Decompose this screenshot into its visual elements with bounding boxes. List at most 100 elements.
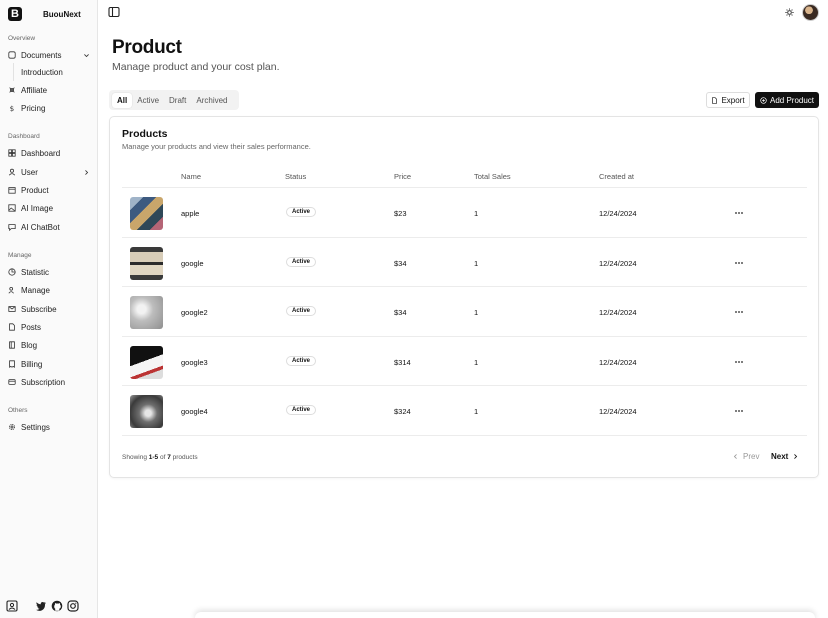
product-thumbnail <box>130 345 163 379</box>
status-badge: Active <box>286 207 317 217</box>
column-header-status[interactable]: Status <box>285 172 306 181</box>
twitter-icon[interactable] <box>35 600 47 612</box>
more-horizontal-icon[interactable] <box>734 307 744 317</box>
instagram-icon[interactable] <box>67 600 79 612</box>
sidebar-item-settings[interactable]: Settings <box>8 420 92 434</box>
more-horizontal-icon[interactable] <box>734 258 744 268</box>
submenu-guide-line <box>13 63 14 81</box>
filter-tabs: All Active Draft Archived <box>109 90 239 110</box>
brand-name: BuouNext <box>43 10 81 19</box>
product-name: google4 <box>181 407 208 416</box>
sidebar-item-manage[interactable]: Manage <box>8 283 92 297</box>
sidebar-item-affiliate[interactable]: Affiliate <box>8 83 92 97</box>
status-badge: Active <box>286 306 317 316</box>
plus-circle-icon <box>760 96 767 104</box>
chevron-right-icon <box>85 169 89 175</box>
tab-archived[interactable]: Archived <box>191 93 232 108</box>
sidebar-item-subscribe[interactable]: Subscribe <box>8 302 92 316</box>
sidebar-item-ai-image[interactable]: AI Image <box>8 201 92 215</box>
sun-icon[interactable] <box>785 8 794 17</box>
sidebar-item-product[interactable]: Product <box>8 183 92 197</box>
product-created: 12/24/2024 <box>599 407 637 416</box>
nav-group-overview: Overview <box>8 35 36 42</box>
product-created: 12/24/2024 <box>599 308 637 317</box>
sidebar-toggle-icon[interactable] <box>108 6 120 18</box>
product-thumbnail <box>130 246 163 280</box>
nav-group-manage: Manage <box>8 252 32 259</box>
table-row[interactable]: google4 Active $324 1 12/24/2024 <box>122 386 807 436</box>
product-thumbnail <box>130 197 163 230</box>
svg-text:$: $ <box>10 104 15 112</box>
product-thumbnail <box>130 395 163 428</box>
sidebar-item-label: User <box>21 167 38 177</box>
prev-button-label: Prev <box>743 452 760 461</box>
pagination-prefix: Showing <box>122 454 147 461</box>
export-button[interactable]: Export <box>706 92 750 108</box>
avatar[interactable] <box>802 4 819 21</box>
sidebar-item-ai-chatbot[interactable]: AI ChatBot <box>8 220 92 234</box>
table-row[interactable]: google3 Active $314 1 12/24/2024 <box>122 337 807 386</box>
sidebar-item-pricing[interactable]: $ Pricing <box>8 101 92 115</box>
sidebar-item-blog[interactable]: Blog <box>8 338 92 352</box>
package-icon <box>8 186 16 194</box>
gift-icon <box>8 86 16 94</box>
mail-icon <box>8 305 16 313</box>
bottom-drawer-edge <box>195 612 815 618</box>
table-row[interactable]: google Active $34 1 12/24/2024 <box>122 238 807 287</box>
sidebar-item-label: AI ChatBot <box>21 222 60 232</box>
dollar-icon: $ <box>8 104 16 112</box>
pie-chart-icon <box>8 268 16 276</box>
sidebar-subitem-introduction[interactable]: Introduction <box>21 68 63 77</box>
sidebar-item-billing[interactable]: Billing <box>8 357 92 371</box>
sidebar-item-label: Product <box>21 185 49 195</box>
product-price: $34 <box>394 308 407 317</box>
sidebar-item-posts[interactable]: Posts <box>8 320 92 334</box>
column-header-total-sales[interactable]: Total Sales <box>474 172 511 181</box>
prev-button[interactable]: Prev <box>732 452 759 461</box>
pagination-suffix: products <box>172 454 198 461</box>
sidebar-item-label: Statistic <box>21 267 50 277</box>
chevron-down-icon <box>84 53 89 57</box>
column-header-price[interactable]: Price <box>394 172 411 181</box>
sidebar-item-documents[interactable]: Documents <box>8 48 92 62</box>
status-badge: Active <box>286 355 317 366</box>
github-icon[interactable] <box>51 600 63 612</box>
product-thumbnail <box>130 296 163 329</box>
sidebar-item-dashboard[interactable]: Dashboard <box>8 146 92 160</box>
tab-active[interactable]: Active <box>132 93 164 108</box>
products-card: Products Manage your products and view t… <box>109 116 819 478</box>
table-row[interactable]: google2 Active $34 1 12/24/2024 <box>122 287 807 337</box>
add-product-button[interactable]: Add Product <box>755 92 819 108</box>
sidebar-item-label: Settings <box>21 422 50 432</box>
product-sales: 1 <box>474 308 479 317</box>
contact-card-icon[interactable] <box>6 600 18 612</box>
chat-icon <box>8 223 16 231</box>
sidebar-item-user[interactable]: User <box>8 165 92 179</box>
brand[interactable]: B BuouNext <box>8 7 81 21</box>
sidebar-footer <box>6 600 79 612</box>
add-product-button-label: Add Product <box>769 95 815 105</box>
users-icon <box>8 286 16 294</box>
receipt-icon <box>8 360 16 368</box>
next-button[interactable]: Next <box>771 452 799 461</box>
product-price: $314 <box>394 357 411 367</box>
brand-logo: B <box>8 7 22 21</box>
column-header-created-at[interactable]: Created at <box>599 172 634 181</box>
tab-draft[interactable]: Draft <box>164 93 191 108</box>
more-horizontal-icon[interactable] <box>734 406 744 416</box>
page-subtitle: Manage product and your cost plan. <box>112 61 280 73</box>
more-horizontal-icon[interactable] <box>734 208 744 218</box>
sidebar-item-statistic[interactable]: Statistic <box>8 265 92 279</box>
pagination-range: 1-5 <box>148 454 159 461</box>
product-created: 12/24/2024 <box>599 258 637 268</box>
pagination-summary: Showing 1-5 of 7 products <box>122 454 198 461</box>
more-horizontal-icon[interactable] <box>734 357 744 367</box>
product-name: apple <box>181 209 200 218</box>
tab-all[interactable]: All <box>112 92 133 108</box>
pagination-of: of <box>159 454 166 461</box>
product-sales: 1 <box>474 407 479 416</box>
status-badge: Active <box>286 256 317 267</box>
sidebar-item-subscription[interactable]: Subscription <box>8 375 92 389</box>
column-header-name[interactable]: Name <box>181 172 201 181</box>
table-row[interactable]: apple Active $23 1 12/24/2024 <box>122 188 807 238</box>
